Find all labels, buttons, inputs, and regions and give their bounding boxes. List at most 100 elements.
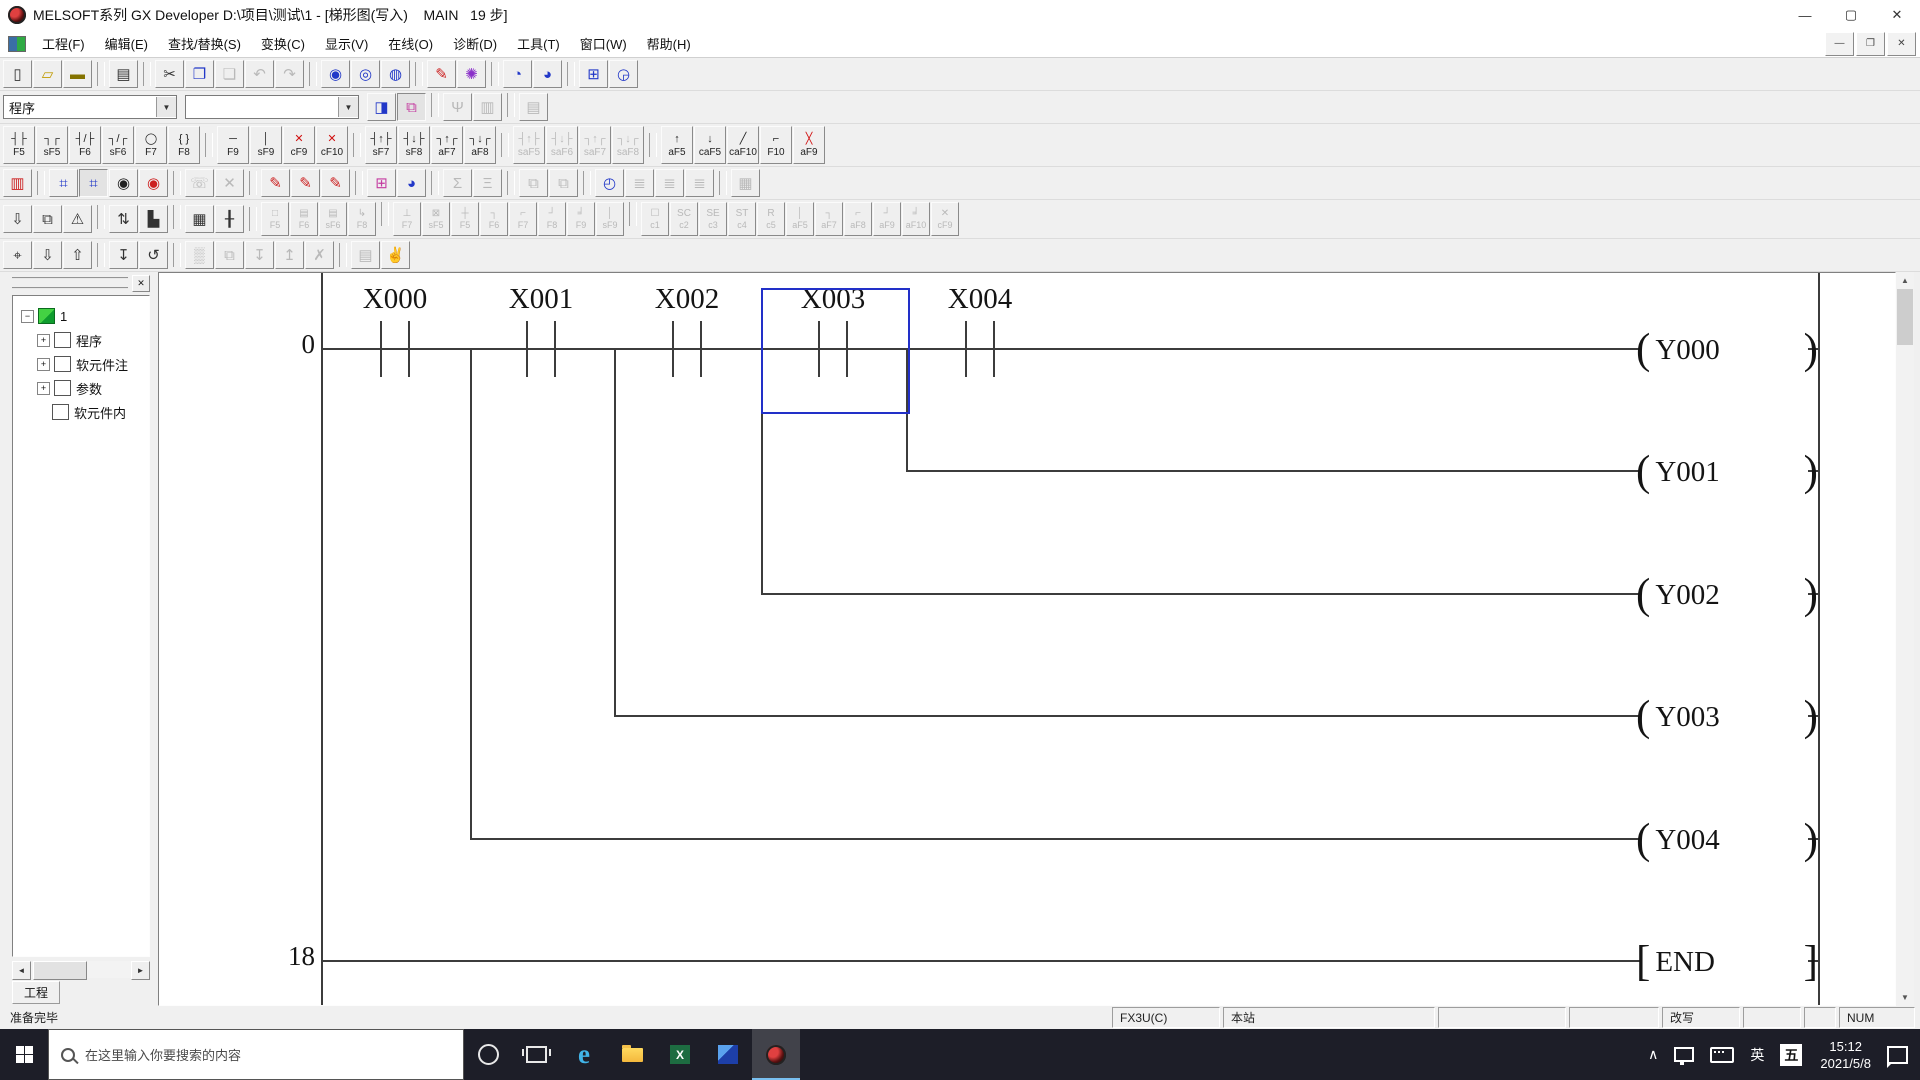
expand-box[interactable]: + xyxy=(37,333,50,347)
application-instruction-tool[interactable]: { } F8 xyxy=(168,126,200,164)
touch-keyboard-button[interactable] xyxy=(1702,1029,1742,1080)
taskbar-clock[interactable]: 15:12 2021/5/8 xyxy=(1810,1038,1881,1072)
collapse-box[interactable]: − xyxy=(21,309,34,323)
horizontal-line-tool[interactable]: ─ F9 xyxy=(217,126,249,164)
sfc-selection-convergence-tool[interactable]: ┘ F8 xyxy=(538,202,566,236)
arrange-windows-button[interactable]: ⧉ xyxy=(549,169,578,197)
save-project-button[interactable]: ▬ xyxy=(63,60,92,88)
child-restore-button[interactable]: ❐ xyxy=(1856,31,1885,56)
find-instruction-button[interactable]: ◎ xyxy=(351,60,380,88)
sfc-transition-tool[interactable]: ┼ F5 xyxy=(451,202,479,236)
menu-item[interactable]: 查找/替换(S) xyxy=(158,30,251,57)
minimize-button[interactable]: — xyxy=(1782,0,1828,30)
cortana-button[interactable] xyxy=(464,1029,512,1080)
start-button[interactable] xyxy=(0,1029,48,1080)
contact-x002[interactable] xyxy=(672,321,702,377)
tree-item[interactable]: 软元件内 xyxy=(13,400,149,424)
sfc-dual-step-tool[interactable]: ▤ F6 xyxy=(290,202,318,236)
monitor-zoom-button[interactable]: ◕ xyxy=(397,169,426,197)
sfc-simultaneous-convergence-tool[interactable]: ╛ F9 xyxy=(567,202,595,236)
closed-contact-tool[interactable]: ┤/├ F6 xyxy=(69,126,101,164)
rising-pulse-closed-branch-tool[interactable]: ┐↑┌ saF7 xyxy=(579,126,611,164)
project-tab[interactable]: 工程 xyxy=(12,981,60,1004)
project-tree-toggle-button[interactable]: ⧉ xyxy=(397,93,426,121)
write-mode-button[interactable]: ✎ xyxy=(427,60,456,88)
scroll-track[interactable] xyxy=(31,961,131,980)
menu-item[interactable]: 窗口(W) xyxy=(570,30,637,57)
sfc-block-copy-button[interactable]: ⧉ xyxy=(33,205,62,233)
scroll-right-icon[interactable]: ► xyxy=(131,961,150,980)
tray-chevron-button[interactable]: ∧ xyxy=(1640,1029,1666,1080)
device-search-edit-button[interactable]: ◉ xyxy=(139,169,168,197)
task-view-button[interactable] xyxy=(512,1029,560,1080)
gx-developer-taskbar-button[interactable] xyxy=(752,1029,800,1080)
contact-x000[interactable] xyxy=(380,321,410,377)
new-project-button[interactable]: ▯ xyxy=(3,60,32,88)
scroll-thumb[interactable] xyxy=(1897,289,1913,345)
dropdown-arrow-icon[interactable]: ▼ xyxy=(338,97,358,117)
recall-search-button[interactable]: ↺ xyxy=(139,241,168,269)
find-next-button[interactable]: ⇩ xyxy=(33,241,62,269)
falling-pulse-branch-tool[interactable]: ┐↓┌ aF8 xyxy=(464,126,496,164)
taskbar-search-input[interactable]: 在这里输入你要搜索的内容 xyxy=(48,1029,464,1080)
scroll-up-icon[interactable]: ▲ xyxy=(1896,272,1914,289)
sfc-comment-tool[interactable]: ☐ c1 xyxy=(641,202,669,236)
find-previous-button[interactable]: ⇧ xyxy=(63,241,92,269)
scroll-track[interactable] xyxy=(1896,289,1914,989)
jump-to-step-button[interactable]: ↧ xyxy=(109,241,138,269)
action-center-icon[interactable] xyxy=(1887,1045,1908,1068)
line-edit-tool[interactable]: ⌐ F10 xyxy=(760,126,792,164)
invert-result-tool[interactable]: ╱ caF10 xyxy=(727,126,759,164)
expand-box[interactable]: + xyxy=(37,381,50,395)
device-init-edit-button[interactable]: ✎ xyxy=(321,169,350,197)
editor-vertical-scrollbar[interactable]: ▲ ▼ xyxy=(1896,272,1914,1006)
find-in-page-button[interactable]: ◨ xyxy=(367,93,396,121)
expand-box[interactable]: + xyxy=(37,357,50,371)
delete-vertical-line-tool[interactable]: ✕ cF10 xyxy=(316,126,348,164)
verify-button[interactable]: ▥ xyxy=(473,93,502,121)
delete-registration-button[interactable]: ✗ xyxy=(305,241,334,269)
project-tree-view-button[interactable]: ⌗ xyxy=(79,169,108,197)
panel-close-button[interactable]: ✕ xyxy=(132,274,150,292)
sfc-delete-line-tool[interactable]: ✕ cF9 xyxy=(931,202,959,236)
menu-item[interactable]: 显示(V) xyxy=(315,30,378,57)
copy-button[interactable]: ❐ xyxy=(185,60,214,88)
step-execution-button[interactable]: Σ xyxy=(443,169,472,197)
edge-button[interactable]: e xyxy=(560,1029,608,1080)
coil-y004[interactable]: ( Y004 ) xyxy=(1636,808,1818,872)
rising-pulse-closed-tool[interactable]: ┤↑├ saF5 xyxy=(513,126,545,164)
cut-button[interactable]: ✂ xyxy=(155,60,184,88)
menu-item[interactable]: 帮助(H) xyxy=(637,30,701,57)
sfc-dummy-step-tool[interactable]: ⊠ sF5 xyxy=(422,202,450,236)
sfc-delete-sim-conv-tool[interactable]: ╛ aF10 xyxy=(902,202,930,236)
sfc-vertical-line-tool[interactable]: │ sF9 xyxy=(596,202,624,236)
falling-pulse-closed-branch-tool[interactable]: ┐↓┌ saF8 xyxy=(612,126,644,164)
project-data-list-button[interactable]: ⌗ xyxy=(49,169,78,197)
find-binoculars-button[interactable]: ⌖ xyxy=(3,241,32,269)
select-range-button[interactable]: ▒ xyxy=(185,241,214,269)
partial-execution-button[interactable]: Ξ xyxy=(473,169,502,197)
window-layers-button[interactable]: ⧉ xyxy=(215,241,244,269)
device-search-button[interactable]: ◉ xyxy=(109,169,138,197)
sfc-delete-sel-div-tool[interactable]: ┐ aF7 xyxy=(815,202,843,236)
ladder-logic-test-button[interactable]: ▥ xyxy=(3,169,32,197)
excel-button[interactable]: X xyxy=(656,1029,704,1080)
print-preview-button[interactable]: ▤ xyxy=(351,241,380,269)
panel-grip[interactable] xyxy=(12,277,128,289)
zoom-out-button[interactable]: ◔ xyxy=(503,60,532,88)
sfc-simultaneous-divergence-tool[interactable]: ⌐ F7 xyxy=(509,202,537,236)
device-find-combo[interactable]: ▼ xyxy=(185,95,359,119)
contact-x004[interactable] xyxy=(965,321,995,377)
sfc-end-step-tool[interactable]: ⊥ F7 xyxy=(393,202,421,236)
open-contact-tool[interactable]: ┤├ F5 xyxy=(3,126,35,164)
vertical-line-tool[interactable]: │ sF9 xyxy=(250,126,282,164)
child-minimize-button[interactable]: — xyxy=(1825,31,1854,56)
undo-button[interactable]: ↶ xyxy=(245,60,274,88)
menu-item[interactable]: 工程(F) xyxy=(32,30,95,57)
scroll-down-icon[interactable]: ▼ xyxy=(1896,989,1914,1006)
sfc-delete-vertical-tool[interactable]: │ aF5 xyxy=(786,202,814,236)
menu-item[interactable]: 在线(O) xyxy=(378,30,443,57)
tree-item[interactable]: + 软元件注 xyxy=(13,352,149,376)
sfc-r-attribute-tool[interactable]: R c5 xyxy=(757,202,785,236)
menu-item[interactable]: 工具(T) xyxy=(507,30,570,57)
